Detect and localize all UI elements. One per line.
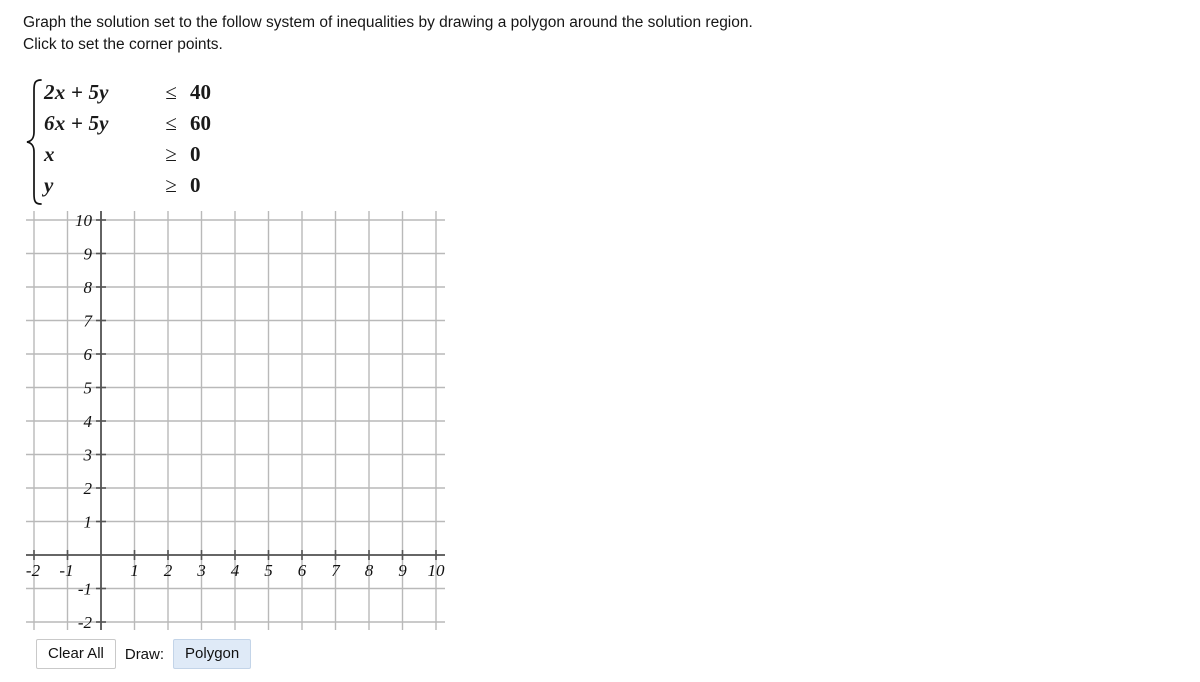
inequality-row: x ≥ 0 — [44, 142, 211, 173]
draw-label: Draw: — [124, 645, 165, 663]
x-axis-tick-label: 10 — [428, 561, 446, 580]
clear-all-button[interactable]: Clear All — [36, 639, 116, 669]
coordinate-plane[interactable]: -2 -1 1 2 3 4 5 6 7 8 9 10 -2 -1 1 2 3 4 5 6 7 8 9 10 — [0, 205, 460, 635]
x-axis-labels: -2 -1 1 2 3 4 5 6 7 8 9 10 — [26, 561, 445, 580]
problem-prompt: Graph the solution set to the follow sys… — [23, 12, 1023, 56]
x-axis-tick-label: 3 — [196, 561, 206, 580]
inequality-lhs: 2x + 5y — [44, 80, 109, 104]
inequality-row: 2x + 5y ≤ 40 — [44, 80, 211, 111]
inequality-relation: ≥ — [165, 142, 177, 166]
y-axis-tick-label: 8 — [84, 278, 93, 297]
inequality-lhs: x — [44, 142, 55, 166]
inequality-relation: ≥ — [165, 173, 177, 197]
x-axis-tick-label: 8 — [365, 561, 374, 580]
y-axis-tick-label: 5 — [84, 379, 93, 398]
inequality-rhs: 60 — [190, 111, 211, 135]
inequality-rows: 2x + 5y ≤ 40 6x + 5y ≤ 60 x ≥ 0 y ≥ 0 — [44, 78, 211, 206]
y-axis-tick-label: 4 — [84, 412, 93, 431]
inequality-relation: ≤ — [165, 80, 177, 104]
inequality-row: y ≥ 0 — [44, 173, 211, 204]
x-axis-tick-label: -2 — [26, 561, 41, 580]
graph-canvas[interactable]: -2 -1 1 2 3 4 5 6 7 8 9 10 -2 -1 1 2 3 4 5 6 7 8 9 10 — [0, 205, 460, 635]
x-axis-tick-label: 4 — [231, 561, 240, 580]
y-axis-tick-label: 2 — [84, 479, 93, 498]
x-axis-tick-label: 6 — [298, 561, 307, 580]
system-of-inequalities: 2x + 5y ≤ 40 6x + 5y ≤ 60 x ≥ 0 y ≥ 0 — [24, 78, 211, 206]
y-axis-tick-label: 3 — [83, 446, 93, 465]
inequality-relation: ≤ — [165, 111, 177, 135]
y-axis-tick-label: -1 — [78, 580, 92, 599]
y-axis-tick-label: -2 — [78, 613, 93, 632]
inequality-rhs: 0 — [190, 142, 201, 166]
drawing-toolbar: Clear All Draw: Polygon — [36, 639, 252, 669]
inequality-rhs: 0 — [190, 173, 201, 197]
inequality-row: 6x + 5y ≤ 60 — [44, 111, 211, 142]
x-axis-tick-label: 1 — [130, 561, 139, 580]
y-axis-tick-label: 9 — [84, 245, 93, 264]
x-axis-tick-label: -1 — [59, 561, 73, 580]
polygon-tool-button[interactable]: Polygon — [173, 639, 252, 669]
x-axis-tick-label: 5 — [264, 561, 273, 580]
x-axis-tick-label: 9 — [398, 561, 407, 580]
prompt-line-2: Click to set the corner points. — [23, 36, 223, 53]
left-brace-icon — [24, 78, 44, 206]
x-axis-tick-label: 7 — [331, 561, 341, 580]
inequality-lhs: y — [44, 173, 54, 197]
y-axis-tick-label: 1 — [84, 513, 93, 532]
inequality-rhs: 40 — [190, 80, 211, 104]
y-axis-tick-label: 6 — [84, 345, 93, 364]
x-axis-tick-label: 2 — [164, 561, 173, 580]
inequality-lhs: 6x + 5y — [44, 111, 109, 135]
prompt-line-1: Graph the solution set to the follow sys… — [23, 14, 753, 31]
y-axis-tick-label: 10 — [75, 211, 93, 230]
